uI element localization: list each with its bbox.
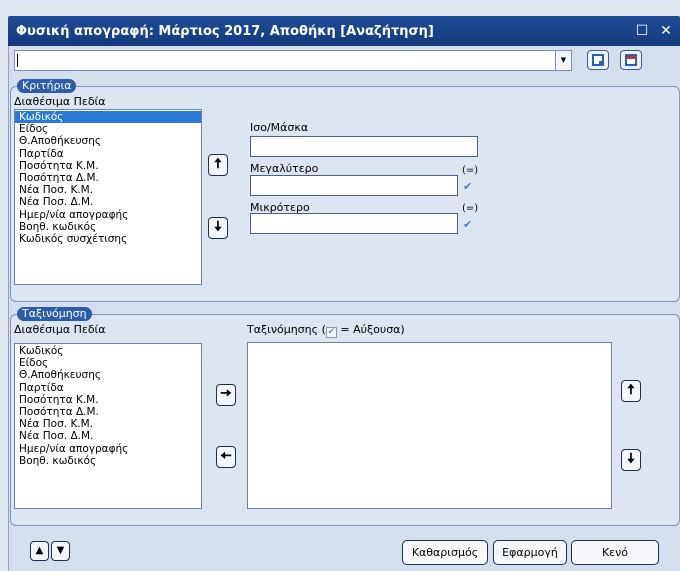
- remove-sort-field-button[interactable]: 🠄: [216, 446, 236, 468]
- less-input[interactable]: [250, 213, 458, 234]
- nav-up-button[interactable]: ▲: [30, 541, 49, 561]
- close-icon[interactable]: ✕: [656, 23, 676, 39]
- list-item[interactable]: Θ.Αποθήκευσης: [15, 369, 201, 381]
- criteria-group-label: Κριτήρια: [17, 79, 77, 93]
- list-item[interactable]: Ποσότητα Δ.Μ.: [15, 172, 201, 184]
- criteria-fields-label: Διαθέσιμα Πεδία: [14, 95, 106, 108]
- less-equal-check-icon[interactable]: ✔: [463, 218, 472, 231]
- list-item[interactable]: Κωδικός συσχέτισης: [15, 233, 201, 245]
- text-caret: [17, 54, 18, 67]
- greater-input[interactable]: [250, 175, 458, 196]
- list-item[interactable]: Κωδικός: [15, 345, 201, 357]
- empty-button[interactable]: Κενό: [571, 540, 659, 565]
- list-item[interactable]: Παρτίδα: [15, 148, 201, 160]
- maximize-icon[interactable]: ☐: [632, 23, 652, 39]
- sort-order-label-suffix: = Αύξουσα): [336, 323, 405, 336]
- less-equal-label: (=): [462, 203, 479, 214]
- criteria-move-up-button[interactable]: 🠅: [208, 154, 228, 176]
- list-item[interactable]: Κωδικός: [15, 111, 201, 124]
- search-combo[interactable]: ▼: [14, 50, 572, 71]
- greater-equal-check-icon[interactable]: ✔: [463, 180, 472, 193]
- list-item[interactable]: Ημερ/νία απογραφής: [15, 209, 201, 221]
- list-item[interactable]: Ποσότητα Δ.Μ.: [15, 406, 201, 418]
- list-item[interactable]: Ποσότητα Κ.Μ.: [15, 394, 201, 406]
- list-item[interactable]: Νέα Ποσ. Δ.Μ.: [15, 430, 201, 442]
- load-filter-button[interactable]: [620, 50, 642, 70]
- save-filter-button[interactable]: [587, 50, 609, 70]
- sorting-fields-label: Διαθέσιμα Πεδία: [14, 323, 106, 336]
- apply-button[interactable]: Εφαρμογή: [493, 540, 567, 565]
- sort-order-label: Ταξινόμησης (✔ = Αύξουσα): [247, 323, 405, 338]
- sorting-fields-list[interactable]: Κωδικός Είδος Θ.Αποθήκευσης Παρτίδα Ποσότητα…: [14, 343, 202, 509]
- list-item[interactable]: Βοηθ. κωδικός: [15, 221, 201, 233]
- criteria-move-down-button[interactable]: 🠇: [208, 217, 228, 239]
- greater-label: Μεγαλύτερο: [250, 162, 319, 175]
- list-item[interactable]: Νέα Ποσ. Κ.Μ.: [15, 418, 201, 430]
- mask-input[interactable]: [250, 136, 478, 157]
- list-item[interactable]: Θ.Αποθήκευσης: [15, 135, 201, 147]
- list-item[interactable]: Βοηθ. κωδικός: [15, 455, 201, 467]
- list-item[interactable]: Είδος: [15, 357, 201, 369]
- nav-down-button[interactable]: ▼: [51, 541, 70, 561]
- list-item[interactable]: Νέα Ποσ. Δ.Μ.: [15, 196, 201, 208]
- window-titlebar: Φυσική απογραφή: Μάρτιος 2017, Αποθήκη […: [8, 16, 680, 46]
- list-item[interactable]: Παρτίδα: [15, 382, 201, 394]
- list-item[interactable]: Είδος: [15, 123, 201, 135]
- load-filter-icon: [625, 54, 637, 66]
- sort-move-down-button[interactable]: 🠇: [621, 449, 641, 471]
- greater-equal-label: (=): [462, 165, 479, 176]
- sort-move-up-button[interactable]: 🠅: [621, 380, 641, 402]
- save-filter-icon: [592, 54, 604, 66]
- combo-dropdown-button[interactable]: ▼: [555, 51, 571, 70]
- ascending-check-icon: ✔: [325, 327, 337, 338]
- clear-button[interactable]: Καθαρισμός: [402, 540, 488, 565]
- sorted-fields-list[interactable]: [247, 342, 612, 509]
- list-item[interactable]: Ποσότητα Κ.Μ.: [15, 160, 201, 172]
- list-item[interactable]: Ημερ/νία απογραφής: [15, 443, 201, 455]
- list-item[interactable]: Νέα Ποσ. Κ.Μ.: [15, 184, 201, 196]
- window-title: Φυσική απογραφή: Μάρτιος 2017, Αποθήκη […: [16, 23, 434, 39]
- add-sort-field-button[interactable]: 🠆: [216, 384, 236, 406]
- sorting-group-label: Ταξινόμηση: [17, 307, 92, 321]
- criteria-fields-list[interactable]: Κωδικός Είδος Θ.Αποθήκευσης Παρτίδα Ποσότητα…: [14, 109, 202, 285]
- mask-label: Ισο/Μάσκα: [250, 121, 309, 134]
- sort-order-label-prefix: Ταξινόμησης (: [247, 323, 326, 336]
